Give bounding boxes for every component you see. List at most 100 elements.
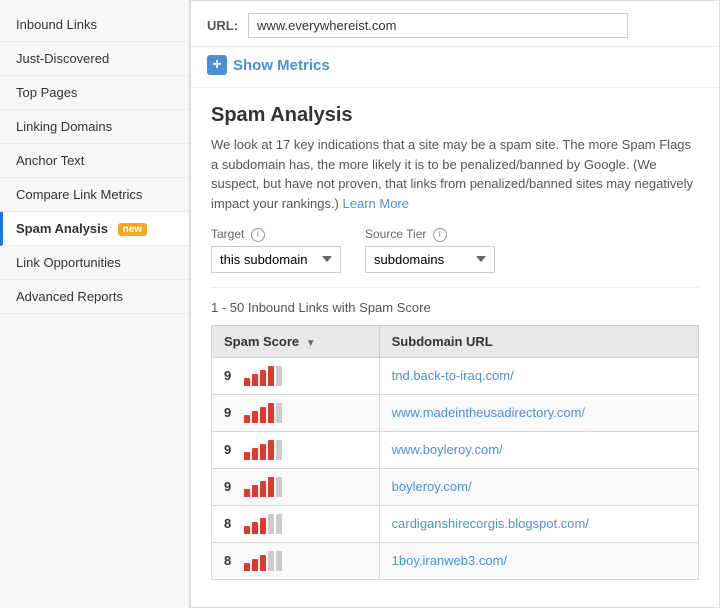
bar-segment: [252, 374, 258, 386]
bar-segment: [244, 489, 250, 497]
col-subdomain-url: Subdomain URL: [379, 325, 698, 357]
score-number: 9: [224, 442, 236, 457]
source-select[interactable]: subdomains domains pages: [365, 246, 495, 273]
sidebar-item-anchor-text[interactable]: Anchor Text: [0, 144, 189, 178]
bar-segment: [268, 477, 274, 497]
url-cell: boyleroy.com/: [379, 468, 698, 505]
url-bar: URL:: [191, 1, 719, 47]
bar-segment: [252, 448, 258, 460]
target-label: Target i: [211, 227, 341, 242]
url-cell: www.boyleroy.com/: [379, 431, 698, 468]
bar-segment: [252, 522, 258, 534]
url-label: URL:: [207, 18, 238, 33]
url-cell: www.madeintheusadirectory.com/: [379, 394, 698, 431]
plus-icon: +: [207, 55, 227, 75]
bar-segment: [244, 563, 250, 571]
bar-segment: [276, 440, 282, 460]
bar-segment: [244, 378, 250, 386]
main-content: URL: + Show Metrics Spam Analysis We loo…: [190, 0, 720, 608]
url-cell: 1boy.iranweb3.com/: [379, 542, 698, 579]
bar-segment: [268, 514, 274, 534]
bar-segment: [268, 551, 274, 571]
source-filter: Source Tier i subdomains domains pages: [365, 227, 495, 273]
bar-segment: [260, 481, 266, 497]
bar-segment: [276, 551, 282, 571]
bar-segment: [276, 366, 282, 386]
score-number: 9: [224, 368, 236, 383]
sidebar-item-just-discovered[interactable]: Just-Discovered: [0, 42, 189, 76]
spam-analysis-section: Spam Analysis We look at 17 key indicati…: [191, 88, 719, 596]
sort-icon: ▼: [306, 338, 316, 349]
bar-segment: [252, 485, 258, 497]
bar-segment: [260, 407, 266, 423]
bar-segment: [244, 526, 250, 534]
subdomain-link[interactable]: www.madeintheusadirectory.com/: [392, 405, 585, 420]
subdomain-link[interactable]: boyleroy.com/: [392, 479, 472, 494]
spam-bar-chart: [244, 514, 282, 534]
spam-bar-chart: [244, 403, 282, 423]
table-row: 8 1boy.iranweb3.com/: [212, 542, 699, 579]
sidebar-item-advanced-reports[interactable]: Advanced Reports: [0, 280, 189, 314]
bar-segment: [260, 518, 266, 534]
bar-segment: [244, 415, 250, 423]
bar-segment: [276, 477, 282, 497]
score-number: 9: [224, 479, 236, 494]
score-number: 8: [224, 516, 236, 531]
score-cell: 9: [212, 357, 380, 394]
results-header: 1 - 50 Inbound Links with Spam Score: [211, 287, 699, 315]
bar-segment: [244, 452, 250, 460]
url-cell: tnd.back-to-iraq.com/: [379, 357, 698, 394]
score-cell: 8: [212, 542, 380, 579]
bar-segment: [276, 403, 282, 423]
source-info-icon: i: [433, 228, 447, 242]
target-filter: Target i this subdomain this domain only…: [211, 227, 341, 273]
score-number: 9: [224, 405, 236, 420]
sidebar-item-linking-domains[interactable]: Linking Domains: [0, 110, 189, 144]
filters-row: Target i this subdomain this domain only…: [211, 227, 699, 273]
bar-segment: [268, 440, 274, 460]
url-input[interactable]: [248, 13, 628, 38]
source-label: Source Tier i: [365, 227, 495, 242]
sidebar: Inbound Links Just-Discovered Top Pages …: [0, 0, 190, 608]
spam-bar-chart: [244, 440, 282, 460]
table-row: 9 www.boyleroy.com/: [212, 431, 699, 468]
url-cell: cardiganshirecorgis.blogspot.com/: [379, 505, 698, 542]
bar-segment: [268, 366, 274, 386]
subdomain-link[interactable]: cardiganshirecorgis.blogspot.com/: [392, 516, 589, 531]
score-cell: 9: [212, 431, 380, 468]
score-cell: 8: [212, 505, 380, 542]
table-row: 9 boyleroy.com/: [212, 468, 699, 505]
sidebar-item-spam-analysis[interactable]: Spam Analysis new: [0, 212, 189, 246]
bar-segment: [260, 555, 266, 571]
spam-description: We look at 17 key indications that a sit…: [211, 135, 699, 213]
bar-segment: [260, 370, 266, 386]
score-cell: 9: [212, 468, 380, 505]
col-spam-score[interactable]: Spam Score ▼: [212, 325, 380, 357]
bar-segment: [260, 444, 266, 460]
spam-score-table: Spam Score ▼ Subdomain URL 9 tnd.back-to-…: [211, 325, 699, 580]
sidebar-item-compare-link-metrics[interactable]: Compare Link Metrics: [0, 178, 189, 212]
table-row: 9 tnd.back-to-iraq.com/: [212, 357, 699, 394]
bar-segment: [276, 514, 282, 534]
show-metrics-label: Show Metrics: [233, 57, 330, 74]
section-title: Spam Analysis: [211, 104, 699, 127]
score-number: 8: [224, 553, 236, 568]
sidebar-item-inbound-links[interactable]: Inbound Links: [0, 8, 189, 42]
subdomain-link[interactable]: 1boy.iranweb3.com/: [392, 553, 507, 568]
sidebar-item-top-pages[interactable]: Top Pages: [0, 76, 189, 110]
new-badge: new: [118, 223, 147, 236]
subdomain-link[interactable]: www.boyleroy.com/: [392, 442, 503, 457]
show-metrics-button[interactable]: + Show Metrics: [191, 47, 719, 88]
spam-bar-chart: [244, 477, 282, 497]
bar-segment: [268, 403, 274, 423]
bar-segment: [252, 559, 258, 571]
learn-more-link[interactable]: Learn More: [343, 196, 409, 211]
target-select[interactable]: this subdomain this domain only all subd…: [211, 246, 341, 273]
score-cell: 9: [212, 394, 380, 431]
spam-bar-chart: [244, 551, 282, 571]
subdomain-link[interactable]: tnd.back-to-iraq.com/: [392, 368, 514, 383]
bar-segment: [252, 411, 258, 423]
table-row: 8 cardiganshirecorgis.blogspot.com/: [212, 505, 699, 542]
sidebar-item-link-opportunities[interactable]: Link Opportunities: [0, 246, 189, 280]
target-info-icon: i: [251, 228, 265, 242]
